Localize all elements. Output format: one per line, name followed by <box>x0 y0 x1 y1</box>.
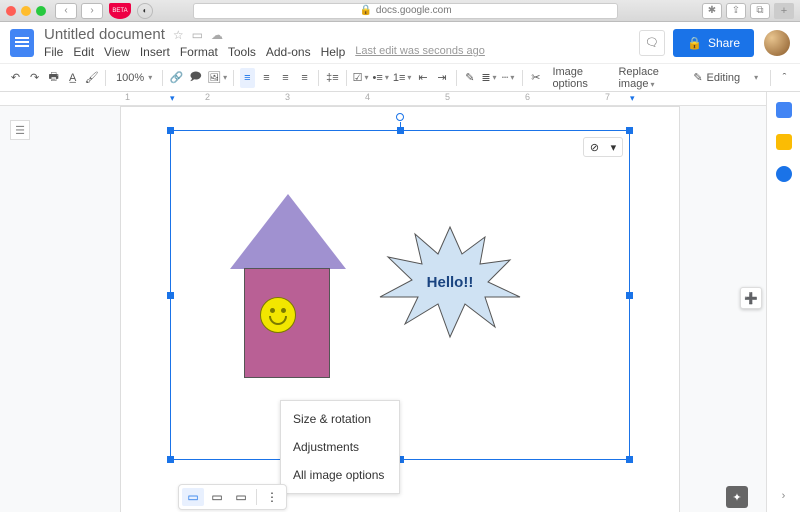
undo-button[interactable]: ↶ <box>8 68 23 88</box>
menu-help[interactable]: Help <box>321 45 346 59</box>
toolbar: ↶ ↷ 🖶 A̲ 🖌 100%▾ 🔗 🗩 🖼▾ ≡ ≡ ≡ ≡ ‡≡ ☑▾ •≡… <box>0 64 800 92</box>
menu-view[interactable]: View <box>104 45 130 59</box>
zoom-dropdown[interactable]: 100%▾ <box>112 72 156 84</box>
wrap-wraptext-button[interactable]: ▭ <box>206 488 228 506</box>
resize-handle-w[interactable] <box>167 292 174 299</box>
add-comment-floating-button[interactable]: ➕ <box>740 287 762 309</box>
menu-tools[interactable]: Tools <box>228 45 256 59</box>
text-wrap-bar: ▭ ▭ ▭ ⋮ <box>178 484 287 510</box>
mode-dropdown[interactable]: ✎ Editing▾ <box>687 71 764 84</box>
address-bar[interactable]: 🔒 docs.google.com <box>193 3 618 19</box>
chevron-down-icon[interactable]: ▾ <box>611 141 617 154</box>
collapse-toolbar-button[interactable]: ˆ <box>777 68 792 88</box>
last-edit-text[interactable]: Last edit was seconds ago <box>355 45 485 59</box>
link-button[interactable]: 🔗 <box>169 68 184 88</box>
move-icon[interactable]: ▭ <box>192 28 203 42</box>
share-safari-icon[interactable]: ⇪ <box>726 3 746 19</box>
url-text: docs.google.com <box>376 5 452 16</box>
canvas[interactable]: ▾ 1 2 3 4 5 6 7 ▾ ☰ ⊘ ▾ <box>0 92 766 512</box>
keep-icon[interactable] <box>776 134 792 150</box>
minimize-window-icon[interactable] <box>21 6 31 16</box>
forward-button[interactable]: › <box>81 3 103 19</box>
browser-titlebar: ‹ › BETA ◐ 🔒 docs.google.com ✱ ⇪ ⧉ + <box>0 0 800 22</box>
image-inline-toolbar[interactable]: ⊘ ▾ <box>583 137 623 157</box>
decrease-indent-button[interactable]: ⇤ <box>415 68 430 88</box>
document-title[interactable]: Untitled document <box>44 26 165 43</box>
menu-edit[interactable]: Edit <box>73 45 94 59</box>
align-right-button[interactable]: ≡ <box>278 68 293 88</box>
lock-icon: 🔒 <box>359 5 371 16</box>
align-left-button[interactable]: ≡ <box>240 68 255 88</box>
account-avatar[interactable] <box>764 30 790 56</box>
link-chip-icon[interactable]: ⊘ <box>590 141 599 154</box>
resize-handle-e[interactable] <box>626 292 633 299</box>
drawing-starburst: Hello!! <box>370 222 530 345</box>
bulleted-list-button[interactable]: •≡▾ <box>373 68 389 88</box>
rotate-handle[interactable] <box>396 113 404 121</box>
more-options-button[interactable]: ⋮ <box>261 488 283 506</box>
resize-handle-se[interactable] <box>626 456 633 463</box>
align-center-button[interactable]: ≡ <box>259 68 274 88</box>
border-color-button[interactable]: ✎ <box>462 68 477 88</box>
resize-handle-sw[interactable] <box>167 456 174 463</box>
horizontal-ruler[interactable]: ▾ 1 2 3 4 5 6 7 ▾ <box>0 92 766 106</box>
insert-image-button[interactable]: 🖼▾ <box>207 68 227 88</box>
image-options-button[interactable]: Image options <box>547 66 609 90</box>
new-tab-button[interactable]: + <box>774 3 794 19</box>
share-label: Share <box>708 36 740 50</box>
back-button[interactable]: ‹ <box>55 3 77 19</box>
comment-add-button[interactable]: 🗩 <box>188 68 203 88</box>
comments-button[interactable]: 🗨 <box>639 30 665 56</box>
print-button[interactable]: 🖶 <box>46 68 61 88</box>
menu-bar: File Edit View Insert Format Tools Add-o… <box>44 45 485 59</box>
close-window-icon[interactable] <box>6 6 16 16</box>
menu-file[interactable]: File <box>44 45 63 59</box>
speech-text: Hello!! <box>427 274 474 291</box>
tabs-icon[interactable]: ⧉ <box>750 3 770 19</box>
border-weight-button[interactable]: ≣▾ <box>481 68 496 88</box>
menu-format[interactable]: Format <box>180 45 218 59</box>
chevron-right-icon[interactable]: › <box>782 490 786 502</box>
resize-handle-n[interactable] <box>397 127 404 134</box>
paint-format-button[interactable]: 🖌 <box>84 68 99 88</box>
docs-header: Untitled document ☆ ▭ ☁ File Edit View I… <box>0 22 800 64</box>
drawing-triangle <box>230 194 346 269</box>
outline-toggle-button[interactable]: ☰ <box>10 120 30 140</box>
ctx-size-rotation[interactable]: Size & rotation <box>281 405 399 433</box>
wrap-inline-button[interactable]: ▭ <box>182 488 204 506</box>
menu-addons[interactable]: Add-ons <box>266 45 311 59</box>
workspace: ▾ 1 2 3 4 5 6 7 ▾ ☰ ⊘ ▾ <box>0 92 800 512</box>
spellcheck-button[interactable]: A̲ <box>65 68 80 88</box>
image-context-menu: Size & rotation Adjustments All image op… <box>280 400 400 494</box>
numbered-list-button[interactable]: 1≡▾ <box>393 68 412 88</box>
zoom-window-icon[interactable] <box>36 6 46 16</box>
menu-insert[interactable]: Insert <box>140 45 170 59</box>
side-panel: › <box>766 92 800 512</box>
resize-handle-nw[interactable] <box>167 127 174 134</box>
ctx-all-image-options[interactable]: All image options <box>281 461 399 489</box>
calendar-icon[interactable] <box>776 102 792 118</box>
ctx-adjustments[interactable]: Adjustments <box>281 433 399 461</box>
explore-button[interactable]: ✦ <box>726 486 748 508</box>
align-justify-button[interactable]: ≡ <box>297 68 312 88</box>
resize-handle-ne[interactable] <box>626 127 633 134</box>
border-dash-button[interactable]: ┄▾ <box>501 68 516 88</box>
cloud-status-icon[interactable]: ☁ <box>211 28 223 42</box>
tasks-icon[interactable] <box>776 166 792 182</box>
shield-icon[interactable]: ✱ <box>702 3 722 19</box>
increase-indent-button[interactable]: ⇥ <box>434 68 449 88</box>
checklist-button[interactable]: ☑▾ <box>353 68 369 88</box>
lock-icon: 🔒 <box>687 36 702 50</box>
beta-badge-icon: BETA <box>109 3 131 19</box>
wrap-break-button[interactable]: ▭ <box>230 488 252 506</box>
docs-logo-icon[interactable] <box>10 29 34 57</box>
line-spacing-button[interactable]: ‡≡ <box>325 68 340 88</box>
share-button[interactable]: 🔒 Share <box>673 29 754 57</box>
star-icon[interactable]: ☆ <box>173 28 184 42</box>
redo-button[interactable]: ↷ <box>27 68 42 88</box>
replace-image-dropdown[interactable]: Replace image▾ <box>613 66 683 90</box>
reader-mode-icon[interactable]: ◐ <box>137 3 153 19</box>
crop-button[interactable]: ✂ <box>528 68 543 88</box>
drawing-smiley-icon <box>260 297 296 333</box>
